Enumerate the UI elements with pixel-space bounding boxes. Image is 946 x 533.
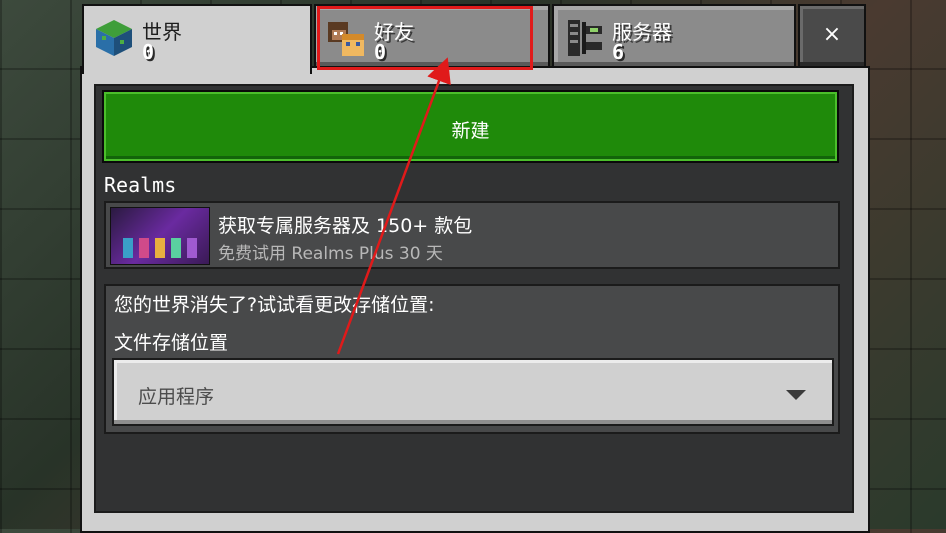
realms-section-label: Realms [104, 173, 177, 197]
tab-world-count: 0 [142, 40, 155, 64]
storage-location-dropdown[interactable]: 应用程序 [112, 358, 834, 426]
server-rack-icon [568, 20, 602, 56]
realms-offer-subtitle: 免费试用 Realms Plus 30 天 [218, 244, 443, 264]
storage-location-value: 应用程序 [138, 386, 215, 408]
tab-world[interactable]: 世界 0 [82, 4, 312, 74]
realms-thumbnail [110, 207, 210, 265]
realms-offer-title: 获取专属服务器及 150+ 款包 [218, 215, 473, 237]
grass-block-icon [96, 20, 132, 56]
tab-servers[interactable]: 服务器 6 [552, 4, 796, 68]
new-world-button[interactable]: 新建 [102, 90, 839, 163]
storage-location-section: 您的世界消失了?试试看更改存储位置: 文件存储位置 应用程序 [104, 284, 840, 434]
chevron-down-icon [786, 390, 806, 400]
tab-friends-count: 0 [374, 40, 387, 64]
storage-location-label: 文件存储位置 [114, 332, 229, 354]
friends-heads-icon [328, 22, 364, 56]
tab-servers-count: 6 [612, 40, 625, 64]
tab-friends[interactable]: 好友 0 [314, 4, 550, 68]
storage-hint-text: 您的世界消失了?试试看更改存储位置: [114, 294, 435, 316]
close-icon: × [822, 22, 842, 47]
new-world-button-label: 新建 [451, 120, 490, 142]
close-button[interactable]: × [798, 4, 866, 68]
realms-plus-offer[interactable]: 获取专属服务器及 150+ 款包 免费试用 Realms Plus 30 天 [104, 201, 840, 269]
